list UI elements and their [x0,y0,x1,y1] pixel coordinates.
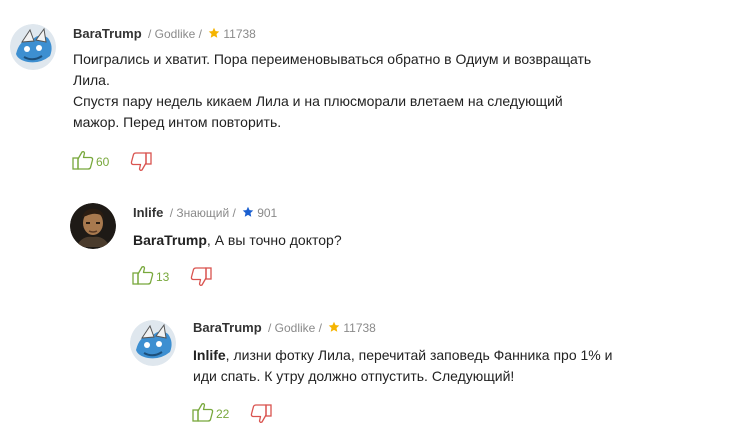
author-rank: / Godlike / [147,27,203,41]
comment-line: , А вы точно доктор? [206,232,342,248]
author-name[interactable]: Inlife [133,205,163,220]
author-name[interactable]: BaraTrump [193,320,262,335]
comment-line: Спустя пару недель кикаем Лила и на плюс… [73,93,563,109]
vote-bar: 13 [132,265,232,287]
comment-line: , лизни фотку Лила, перечитай заповедь Ф… [225,347,613,363]
comment-text: BaraTrump, А вы точно доктор? [133,230,342,251]
mention-link[interactable]: Inlife [193,347,226,363]
mention-link[interactable]: BaraTrump [133,232,207,248]
avatar[interactable] [10,24,56,70]
comment-text: Inlife, лизни фотку Лила, перечитай запо… [193,345,612,387]
reply-comment: Inlife / Знающий / 901 BaraTrump, А вы т… [70,203,730,298]
avatar[interactable] [130,320,176,366]
like-count: 60 [96,155,110,169]
thumbs-up-icon [192,403,214,422]
avatar[interactable] [70,203,116,249]
comment-line: мажор. Перед интом повторить. [73,114,282,130]
avatar-image [10,24,56,70]
like-button[interactable]: 22 [192,402,229,422]
rating-value: 901 [257,206,278,220]
author-rank: / Godlike / [267,321,323,335]
comment-line: Лила. [73,72,110,88]
thumbs-down-icon [130,152,152,171]
thumbs-down-icon [250,404,272,423]
author-rank: / Знающий / [169,206,236,220]
vote-bar: 22 [192,402,292,424]
comment: BaraTrump / Godlike / 11738 Поигрались и… [10,24,730,184]
like-count: 13 [156,270,170,284]
thumbs-up-icon [132,266,154,285]
like-button[interactable]: 60 [72,150,109,170]
comment-line: Поигрались и хватит. Пора переименовыват… [73,51,592,67]
vote-bar: 60 [72,150,172,172]
comment-text: Поигрались и хватит. Пора переименовыват… [73,49,591,133]
dislike-button[interactable] [190,267,212,292]
star-gold-icon [329,321,340,332]
dislike-button[interactable] [130,152,152,177]
rating-value: 11738 [223,27,256,41]
star-blue-icon [242,206,254,217]
rating-value: 11738 [343,321,376,335]
avatar-image [70,203,116,249]
like-count: 22 [216,407,230,421]
dislike-button[interactable] [250,404,272,429]
comment-line: иди спать. К утру должно отпустить. След… [193,368,515,384]
star-gold-icon [209,27,220,38]
thumbs-down-icon [190,267,212,286]
like-button[interactable]: 13 [132,265,169,285]
thumbs-up-icon [72,151,94,170]
avatar-image [130,320,176,366]
reply-comment: BaraTrump / Godlike / 11738 Inlife, лизн… [130,320,730,435]
author-name[interactable]: BaraTrump [73,26,142,41]
